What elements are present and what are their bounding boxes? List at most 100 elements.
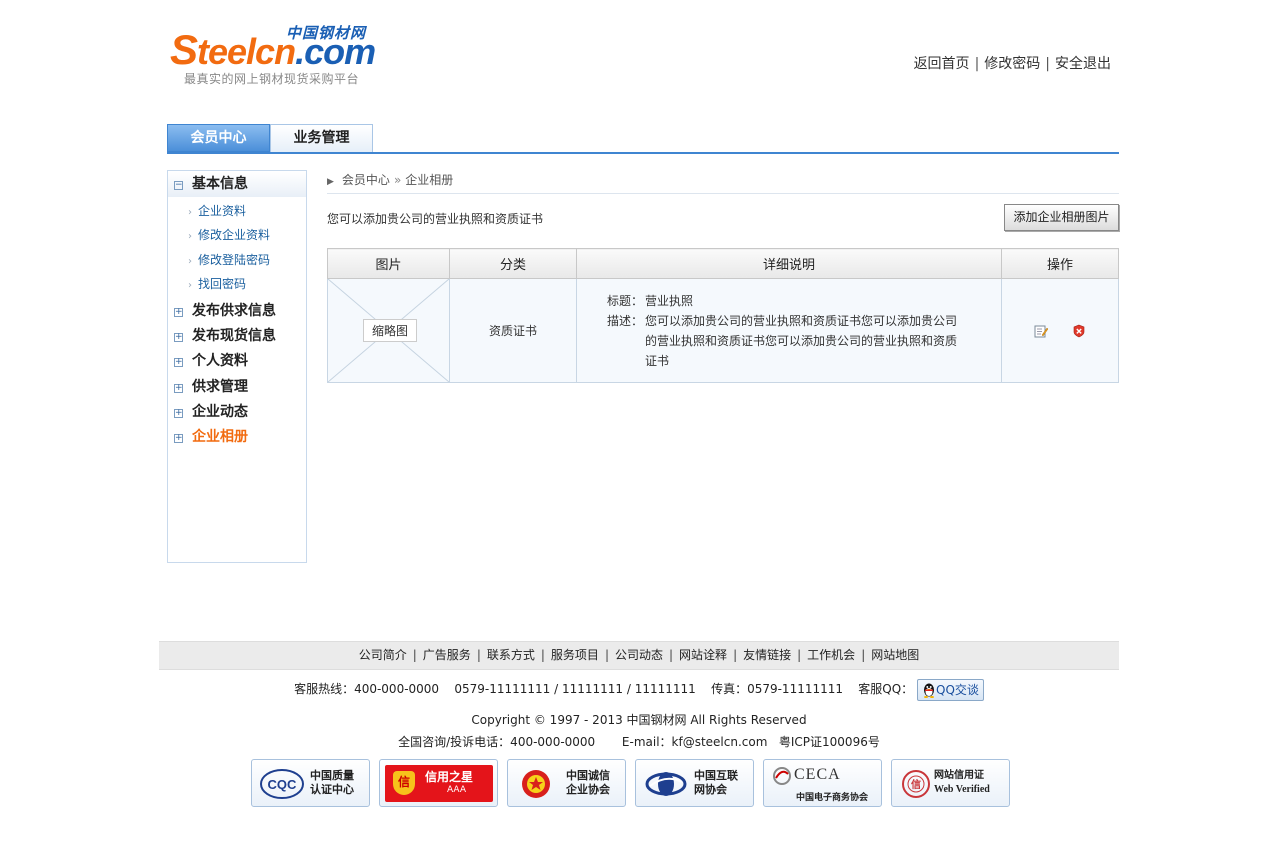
main-tabs: 会员中心 业务管理: [167, 124, 1119, 154]
site-logo[interactable]: 中国钢材网 Steelcn.com 最真实的网上钢材现货采购平台: [170, 22, 382, 88]
integrity-assoc-logo-icon: [522, 770, 550, 798]
footer-nav-separator: |: [669, 648, 674, 662]
chevron-right-icon: ›: [188, 231, 192, 242]
footer-nav-link[interactable]: 网站诠释: [679, 648, 727, 662]
footer-nav-link[interactable]: 公司动态: [615, 648, 663, 662]
sidebar-item-company-profile[interactable]: › 企业资料: [188, 203, 246, 221]
fax-text: 传真：0579-11111111: [711, 682, 844, 696]
footer-nav-separator: |: [797, 648, 802, 662]
breadcrumb: ▶ 会员中心» 企业相册: [327, 170, 1119, 194]
change-password-link[interactable]: 修改密码: [984, 56, 1040, 72]
column-header-image: 图片: [327, 248, 450, 279]
trust-badges: CQC 中国质量 认证中心 信 信用之星 AAA 中国诚信 企业协会 中国互联 网协会: [251, 759, 1011, 807]
page-tip: 您可以添加贵公司的营业执照和资质证书: [327, 212, 544, 226]
chevron-right-icon: ›: [188, 207, 192, 218]
email-text: E-mail：kf@steelcn.com: [621, 735, 768, 749]
sidebar-group-basic-info[interactable]: − 基本信息: [168, 172, 306, 197]
phones-text: 0579-11111111 / 11111111 / 11111111: [454, 682, 696, 696]
sidebar-group-supply-management[interactable]: + 供求管理: [168, 375, 306, 400]
delete-icon[interactable]: [1072, 324, 1086, 338]
badge-credit-star[interactable]: 信 信用之星 AAA: [379, 759, 498, 807]
actions-cell: [1001, 278, 1119, 383]
footer-nav-link[interactable]: 广告服务: [423, 648, 471, 662]
breadcrumb-root[interactable]: 会员中心: [342, 173, 390, 187]
sidebar-group-company-news[interactable]: + 企业动态: [168, 400, 306, 425]
table-row: 缩略图 资质证书 标题： 营业执照 描述： 您可以添加贵公司的营业执照和资质证书您可…: [327, 278, 1119, 383]
sidebar-group-publish-stock[interactable]: + 发布现货信息: [168, 324, 306, 349]
title-value: 营业执照: [645, 293, 694, 308]
footer-nav-link[interactable]: 网站地图: [871, 648, 919, 662]
sidebar-item-recover-password[interactable]: › 找回密码: [188, 276, 246, 294]
sidebar-item-change-login-password[interactable]: › 修改登陆密码: [188, 252, 270, 270]
copyright-text: Copyright © 1997 - 2013 中国钢材网 All Rights…: [471, 713, 807, 727]
table-header-row: 图片 分类 详细说明 操作: [327, 248, 1119, 279]
home-link[interactable]: 返回首页: [914, 56, 970, 72]
logo-en-text: Steelcn.com: [170, 26, 376, 73]
sidebar-group-label: 基本信息: [192, 176, 248, 192]
column-header-category: 分类: [449, 248, 577, 279]
svg-text:CQC: CQC: [268, 777, 298, 792]
footer-nav-separator: |: [733, 648, 738, 662]
cqc-logo-icon: CQC: [260, 769, 304, 799]
hotline-text: 客服热线：400-000-0000: [294, 682, 440, 696]
expand-icon: +: [174, 307, 183, 317]
footer-nav-separator: |: [861, 648, 866, 662]
footer-complaint-line: 全国咨询/投诉电话：400-000-0000 E-mail：kf@steelcn…: [159, 733, 1119, 750]
sidebar-group-company-album[interactable]: + 企业相册: [168, 425, 306, 450]
footer-nav-link[interactable]: 服务项目: [551, 648, 599, 662]
footer-nav: 公司简介 | 广告服务 | 联系方式 | 服务项目 | 公司动态 | 网站诠释 | 友情链接 | 工作机会 |…: [159, 641, 1119, 670]
expand-icon: +: [174, 433, 183, 443]
link-separator: |: [974, 56, 980, 72]
credit-star-banner: 信 信用之星 AAA: [385, 765, 493, 802]
badge-integrity-assoc[interactable]: 中国诚信 企业协会: [507, 759, 626, 807]
edit-icon[interactable]: [1034, 324, 1049, 338]
expand-icon: +: [174, 332, 183, 342]
qq-button-label: QQ交谈: [936, 682, 979, 697]
badge-ceca[interactable]: CECA 中国电子商务协会: [763, 759, 882, 807]
badge-web-verified[interactable]: 信 网站信用证 Web Verified: [891, 759, 1010, 807]
tab-member-center[interactable]: 会员中心: [167, 124, 270, 152]
footer-nav-link[interactable]: 友情链接: [743, 648, 791, 662]
add-album-image-button[interactable]: 添加企业相册图片: [1004, 204, 1119, 231]
expand-icon: +: [174, 408, 183, 418]
album-table: 图片 分类 详细说明 操作 缩略图 资质证书 标题： 营业执照 描述： 您可以添加贵…: [327, 248, 1119, 383]
sidebar: − 基本信息 › 企业资料 › 修改企业资料 › 修改登陆密码 › 找回密码 + 发布供求信…: [167, 170, 307, 563]
shield-icon: 信: [393, 771, 415, 795]
category-cell: 资质证书: [449, 278, 577, 383]
thumbnail-cell[interactable]: 缩略图: [327, 278, 450, 383]
footer-nav-separator: |: [476, 648, 481, 662]
footer-nav-link[interactable]: 工作机会: [807, 648, 855, 662]
svg-text:信: 信: [911, 778, 921, 791]
chevron-right-icon: ›: [188, 280, 192, 291]
footer-nav-separator: |: [540, 648, 545, 662]
chevron-right-icon: ›: [188, 256, 192, 267]
logo-slogan: 最真实的网上钢材现货采购平台: [184, 72, 360, 86]
ceca-swirl-icon: [773, 767, 791, 785]
footer-nav-link[interactable]: 联系方式: [487, 648, 535, 662]
icp-text: 粤ICP证100096号: [778, 735, 880, 749]
complaint-phone: 全国咨询/投诉电话：400-000-0000: [398, 735, 596, 749]
logout-link[interactable]: 安全退出: [1055, 56, 1111, 72]
desc-key: 描述：: [607, 313, 644, 328]
sidebar-item-edit-company-profile[interactable]: › 修改企业资料: [188, 227, 270, 245]
footer-nav-separator: |: [604, 648, 609, 662]
qq-penguin-icon: [924, 683, 935, 698]
desc-value: 您可以添加贵公司的营业执照和资质证书您可以添加贵公司的营业执照和资质证书您可以添…: [645, 313, 958, 368]
top-links: 返回首页 | 修改密码 | 安全退出: [914, 53, 1111, 73]
badge-internet-assoc[interactable]: 中国互联 网协会: [635, 759, 754, 807]
footer-nav-link[interactable]: 公司简介: [359, 648, 407, 662]
footer-nav-separator: |: [412, 648, 417, 662]
column-header-actions: 操作: [1001, 248, 1119, 279]
expand-icon: +: [174, 383, 183, 393]
qq-chat-button[interactable]: QQ交谈: [917, 678, 984, 701]
badge-cqc[interactable]: CQC 中国质量 认证中心: [251, 759, 370, 807]
thumbnail-label: 缩略图: [363, 319, 418, 342]
sidebar-group-personal-info[interactable]: + 个人资料: [168, 349, 306, 374]
collapse-icon: −: [174, 180, 183, 190]
title-key: 标题：: [607, 293, 644, 308]
sidebar-group-publish-supply[interactable]: + 发布供求信息: [168, 299, 306, 324]
tab-business-management[interactable]: 业务管理: [270, 124, 373, 152]
breadcrumb-arrow-icon: ▶: [327, 177, 334, 187]
expand-icon: +: [174, 357, 183, 367]
footer-contact-line: 客服热线：400-000-0000 0579-11111111 / 111111…: [159, 678, 1119, 701]
